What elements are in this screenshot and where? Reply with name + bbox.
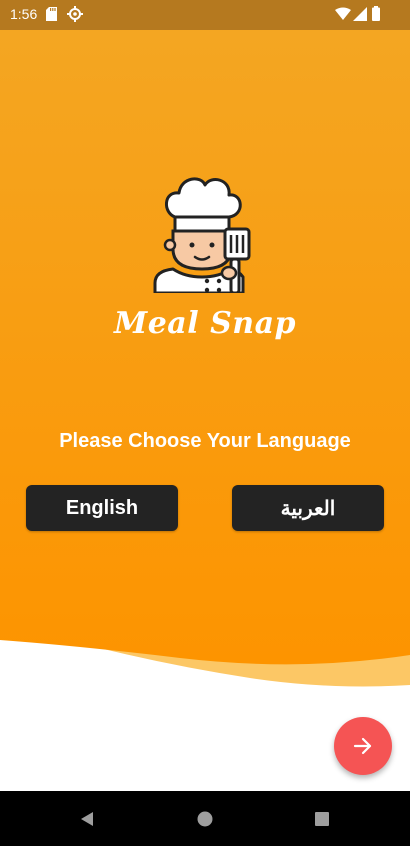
status-bar: 1:56 <box>0 0 410 30</box>
gear-icon <box>67 6 83 22</box>
recent-apps-icon <box>315 812 329 826</box>
back-icon <box>81 812 93 826</box>
sd-card-icon <box>46 7 57 21</box>
arrow-right-icon <box>353 737 372 755</box>
status-time: 1:56 <box>10 6 38 22</box>
language-prompt: Please Choose Your Language <box>59 430 351 452</box>
home-button[interactable] <box>193 807 217 831</box>
back-button[interactable] <box>75 807 99 831</box>
home-icon <box>197 811 213 827</box>
english-button-label: English <box>65 496 139 519</box>
next-button[interactable] <box>334 717 392 775</box>
signal-icon <box>353 7 367 21</box>
app-title: Meal Snap <box>114 306 296 341</box>
orange-background <box>0 30 410 687</box>
wifi-icon <box>335 7 351 20</box>
recent-apps-button[interactable] <box>310 807 334 831</box>
arabic-button-label: العربية <box>280 497 336 520</box>
navigation-bar <box>0 791 410 846</box>
welcome-screen: Meal Snap Please Choose Your Language En… <box>0 30 410 791</box>
chef-icon <box>153 177 251 293</box>
battery-icon <box>372 6 380 21</box>
english-button[interactable]: English <box>26 485 178 531</box>
arabic-button[interactable]: العربية <box>232 485 384 531</box>
